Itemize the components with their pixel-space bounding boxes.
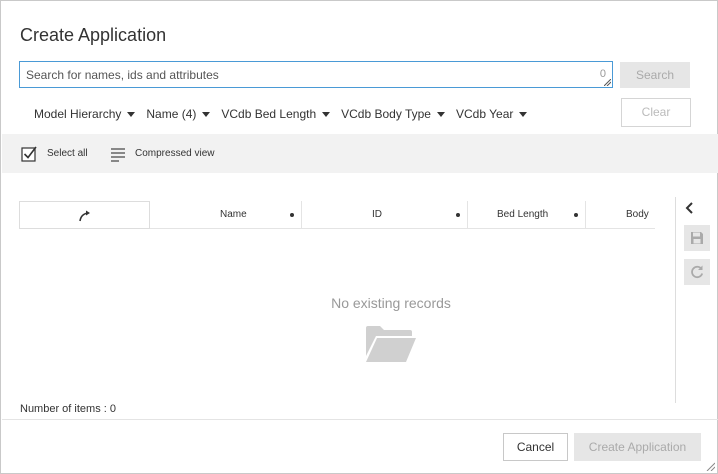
create-application-dialog: Create Application 0 Search Clear Model …: [0, 0, 718, 474]
toolbar: Select all Compressed view: [2, 134, 718, 173]
column-menu-dot-icon: [574, 213, 578, 217]
select-all-label: Select all: [47, 148, 88, 159]
column-menu-dot-icon: [290, 213, 294, 217]
filter-vcdb-bed-length[interactable]: VCdb Bed Length: [221, 106, 331, 122]
clear-button[interactable]: Clear: [621, 98, 691, 127]
compressed-view-button[interactable]: Compressed view: [110, 134, 214, 173]
refresh-button[interactable]: [684, 259, 710, 285]
search-field[interactable]: 0: [19, 61, 613, 88]
list-icon: [111, 147, 125, 162]
item-count: Number of items : 0: [20, 403, 116, 415]
select-all-button[interactable]: Select all: [21, 134, 88, 173]
sort-column-header[interactable]: [19, 201, 150, 229]
empty-state-message: No existing records: [331, 295, 451, 311]
footer-divider: [2, 419, 718, 420]
filter-name[interactable]: Name (4): [146, 106, 211, 122]
cancel-button[interactable]: Cancel: [503, 433, 568, 461]
column-label: Name: [220, 209, 247, 220]
caret-down-icon: [322, 111, 331, 117]
folder-open-icon: [366, 326, 416, 362]
column-header-id[interactable]: ID: [372, 201, 382, 228]
dialog-title: Create Application: [20, 25, 167, 45]
save-button[interactable]: [684, 225, 710, 251]
caret-down-icon: [519, 111, 528, 117]
column-header-bed-length[interactable]: Bed Length: [497, 201, 548, 228]
compressed-view-label: Compressed view: [135, 148, 215, 159]
column-separator: [301, 201, 302, 228]
filter-label: Name (4): [146, 107, 197, 121]
filter-label: VCdb Bed Length: [221, 107, 317, 121]
column-label: ID: [372, 209, 382, 220]
column-label: Body: [626, 209, 649, 220]
chevron-left-icon[interactable]: [685, 202, 695, 214]
column-header-name[interactable]: Name: [220, 201, 247, 228]
filter-label: Model Hierarchy: [34, 107, 122, 121]
column-separator: [467, 201, 468, 228]
filter-label: VCdb Year: [455, 107, 514, 121]
checkbox-icon: [21, 146, 37, 162]
filter-vcdb-year[interactable]: VCdb Year: [455, 106, 528, 122]
create-application-button[interactable]: Create Application: [574, 433, 701, 461]
column-separator: [585, 201, 586, 228]
resize-grip-icon[interactable]: [604, 79, 611, 86]
column-label: Bed Length: [497, 209, 549, 220]
filter-bar: Model Hierarchy Name (4) VCdb Bed Length…: [34, 106, 538, 122]
table-header: Name ID Bed Length Body: [19, 201, 655, 229]
caret-down-icon: [127, 111, 136, 117]
caret-down-icon: [436, 111, 445, 117]
column-menu-dot-icon: [456, 213, 460, 217]
search-button[interactable]: Search: [620, 62, 690, 88]
filter-label: VCdb Body Type: [341, 107, 431, 121]
column-header-body[interactable]: Body: [626, 201, 649, 228]
curved-arrow-icon: [79, 210, 90, 222]
filter-vcdb-body-type[interactable]: VCdb Body Type: [341, 106, 445, 122]
save-icon: [691, 232, 703, 244]
filter-model-hierarchy[interactable]: Model Hierarchy: [34, 106, 136, 122]
caret-down-icon: [202, 111, 211, 117]
refresh-icon: [691, 265, 704, 279]
search-input[interactable]: [20, 62, 612, 87]
resize-handle-icon[interactable]: [705, 461, 715, 471]
